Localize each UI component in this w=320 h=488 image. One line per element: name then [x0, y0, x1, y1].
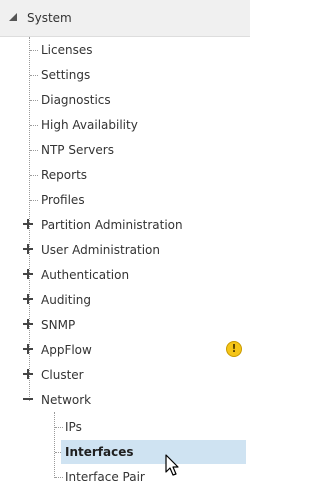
tree-item-reports[interactable]: Reports	[0, 163, 250, 188]
plus-icon[interactable]	[23, 294, 33, 304]
tree-root-label: System	[27, 11, 72, 25]
mouse-pointer-icon	[165, 454, 179, 476]
tree-item-high-availability[interactable]: High Availability	[0, 113, 250, 138]
minus-icon[interactable]	[23, 394, 33, 404]
tree-item-ips[interactable]: IPs	[0, 415, 250, 440]
tree-item-label: Partition Administration	[41, 218, 183, 232]
plus-icon[interactable]	[23, 369, 33, 379]
tree-item-cluster[interactable]: Cluster	[0, 363, 250, 388]
tree-item-settings[interactable]: Settings	[0, 63, 250, 88]
plus-icon[interactable]	[23, 344, 33, 354]
tree-item-label: Profiles	[41, 193, 85, 207]
tree-item-label: IPs	[65, 420, 82, 434]
plus-icon[interactable]	[23, 219, 33, 229]
tree-item-label: NTP Servers	[41, 143, 114, 157]
tree-item-appflow[interactable]: AppFlow !	[0, 338, 250, 363]
tree-item-label: Reports	[41, 168, 88, 182]
expanded-arrow-icon[interactable]	[8, 11, 18, 25]
tree-item-label: High Availability	[41, 118, 138, 132]
tree-item-label: Cluster	[41, 368, 84, 382]
plus-icon[interactable]	[23, 319, 33, 329]
tree-item-profiles[interactable]: Profiles	[0, 188, 250, 213]
tree-item-authentication[interactable]: Authentication	[0, 263, 250, 288]
tree-item-label: User Administration	[41, 243, 160, 257]
tree-item-interfaces[interactable]: Interfaces	[0, 440, 250, 465]
tree-item-label: Settings	[41, 68, 91, 82]
tree-root-system[interactable]: System	[0, 0, 250, 37]
tree-item-label: Auditing	[41, 293, 92, 307]
tree-item-partition-administration[interactable]: Partition Administration	[0, 213, 250, 238]
tree-item-label: Interfaces	[65, 445, 134, 459]
warning-icon[interactable]: !	[226, 341, 242, 357]
tree-item-label: Interface Pair	[65, 470, 145, 484]
plus-icon[interactable]	[23, 269, 33, 279]
tree-item-snmp[interactable]: SNMP	[0, 313, 250, 338]
tree-item-user-administration[interactable]: User Administration	[0, 238, 250, 263]
tree-item-label: AppFlow	[41, 343, 92, 357]
tree-item-label: Network	[41, 393, 92, 407]
tree-item-interface-pair[interactable]: Interface Pair	[0, 465, 250, 488]
tree-item-auditing[interactable]: Auditing	[0, 288, 250, 313]
tree-item-label: Authentication	[41, 268, 130, 282]
tree-item-ntp-servers[interactable]: NTP Servers	[0, 138, 250, 163]
tree-item-licenses[interactable]: Licenses	[0, 38, 250, 63]
tree-item-label: Licenses	[41, 43, 93, 57]
tree-item-label: SNMP	[41, 318, 76, 332]
tree-item-network[interactable]: Network	[0, 388, 250, 413]
navigation-tree: System Licenses Settings Diagnostics Hig…	[0, 0, 250, 488]
tree-item-diagnostics[interactable]: Diagnostics	[0, 88, 250, 113]
plus-icon[interactable]	[23, 244, 33, 254]
tree-item-label: Diagnostics	[41, 93, 111, 107]
